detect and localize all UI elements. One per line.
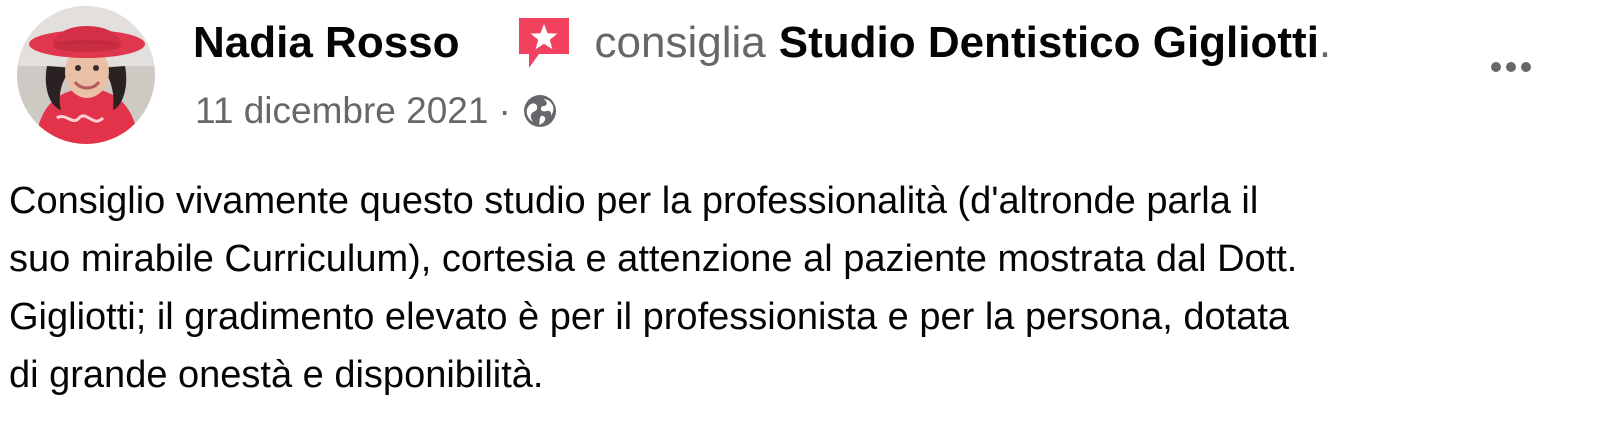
author-name-link[interactable]: Nadia Rosso [193, 18, 460, 68]
action-text: consiglia [594, 18, 766, 67]
more-options-icon[interactable] [1476, 52, 1546, 82]
post-date-link[interactable]: 11 dicembre 2021 [195, 90, 488, 132]
author-avatar[interactable] [17, 6, 155, 144]
post-meta: 11 dicembre 2021 · [195, 86, 559, 136]
more-dot [1521, 62, 1531, 72]
globe-icon[interactable] [521, 92, 559, 130]
post-text-line: suo mirabile Curriculum), cortesia e att… [9, 238, 1298, 280]
post-text-line: di grande onestà e disponibilità. [9, 354, 544, 396]
post-text: Consiglio vivamente questo studio per la… [9, 172, 1589, 404]
post-header: Nadia Rosso consiglia Studio Dentistico … [193, 12, 1331, 74]
more-dot [1506, 62, 1516, 72]
page-name-link[interactable]: Studio Dentistico Gigliotti [779, 18, 1319, 68]
post-text-line: Consiglio vivamente questo studio per la… [9, 180, 1259, 222]
more-dot [1491, 62, 1501, 72]
avatar-image [17, 6, 155, 144]
page-name-suffix: . [1318, 18, 1332, 67]
meta-separator: · [498, 90, 511, 131]
post-text-line: Gigliotti; il gradimento elevato è per i… [9, 296, 1290, 338]
recommendation-star-icon [515, 14, 573, 72]
